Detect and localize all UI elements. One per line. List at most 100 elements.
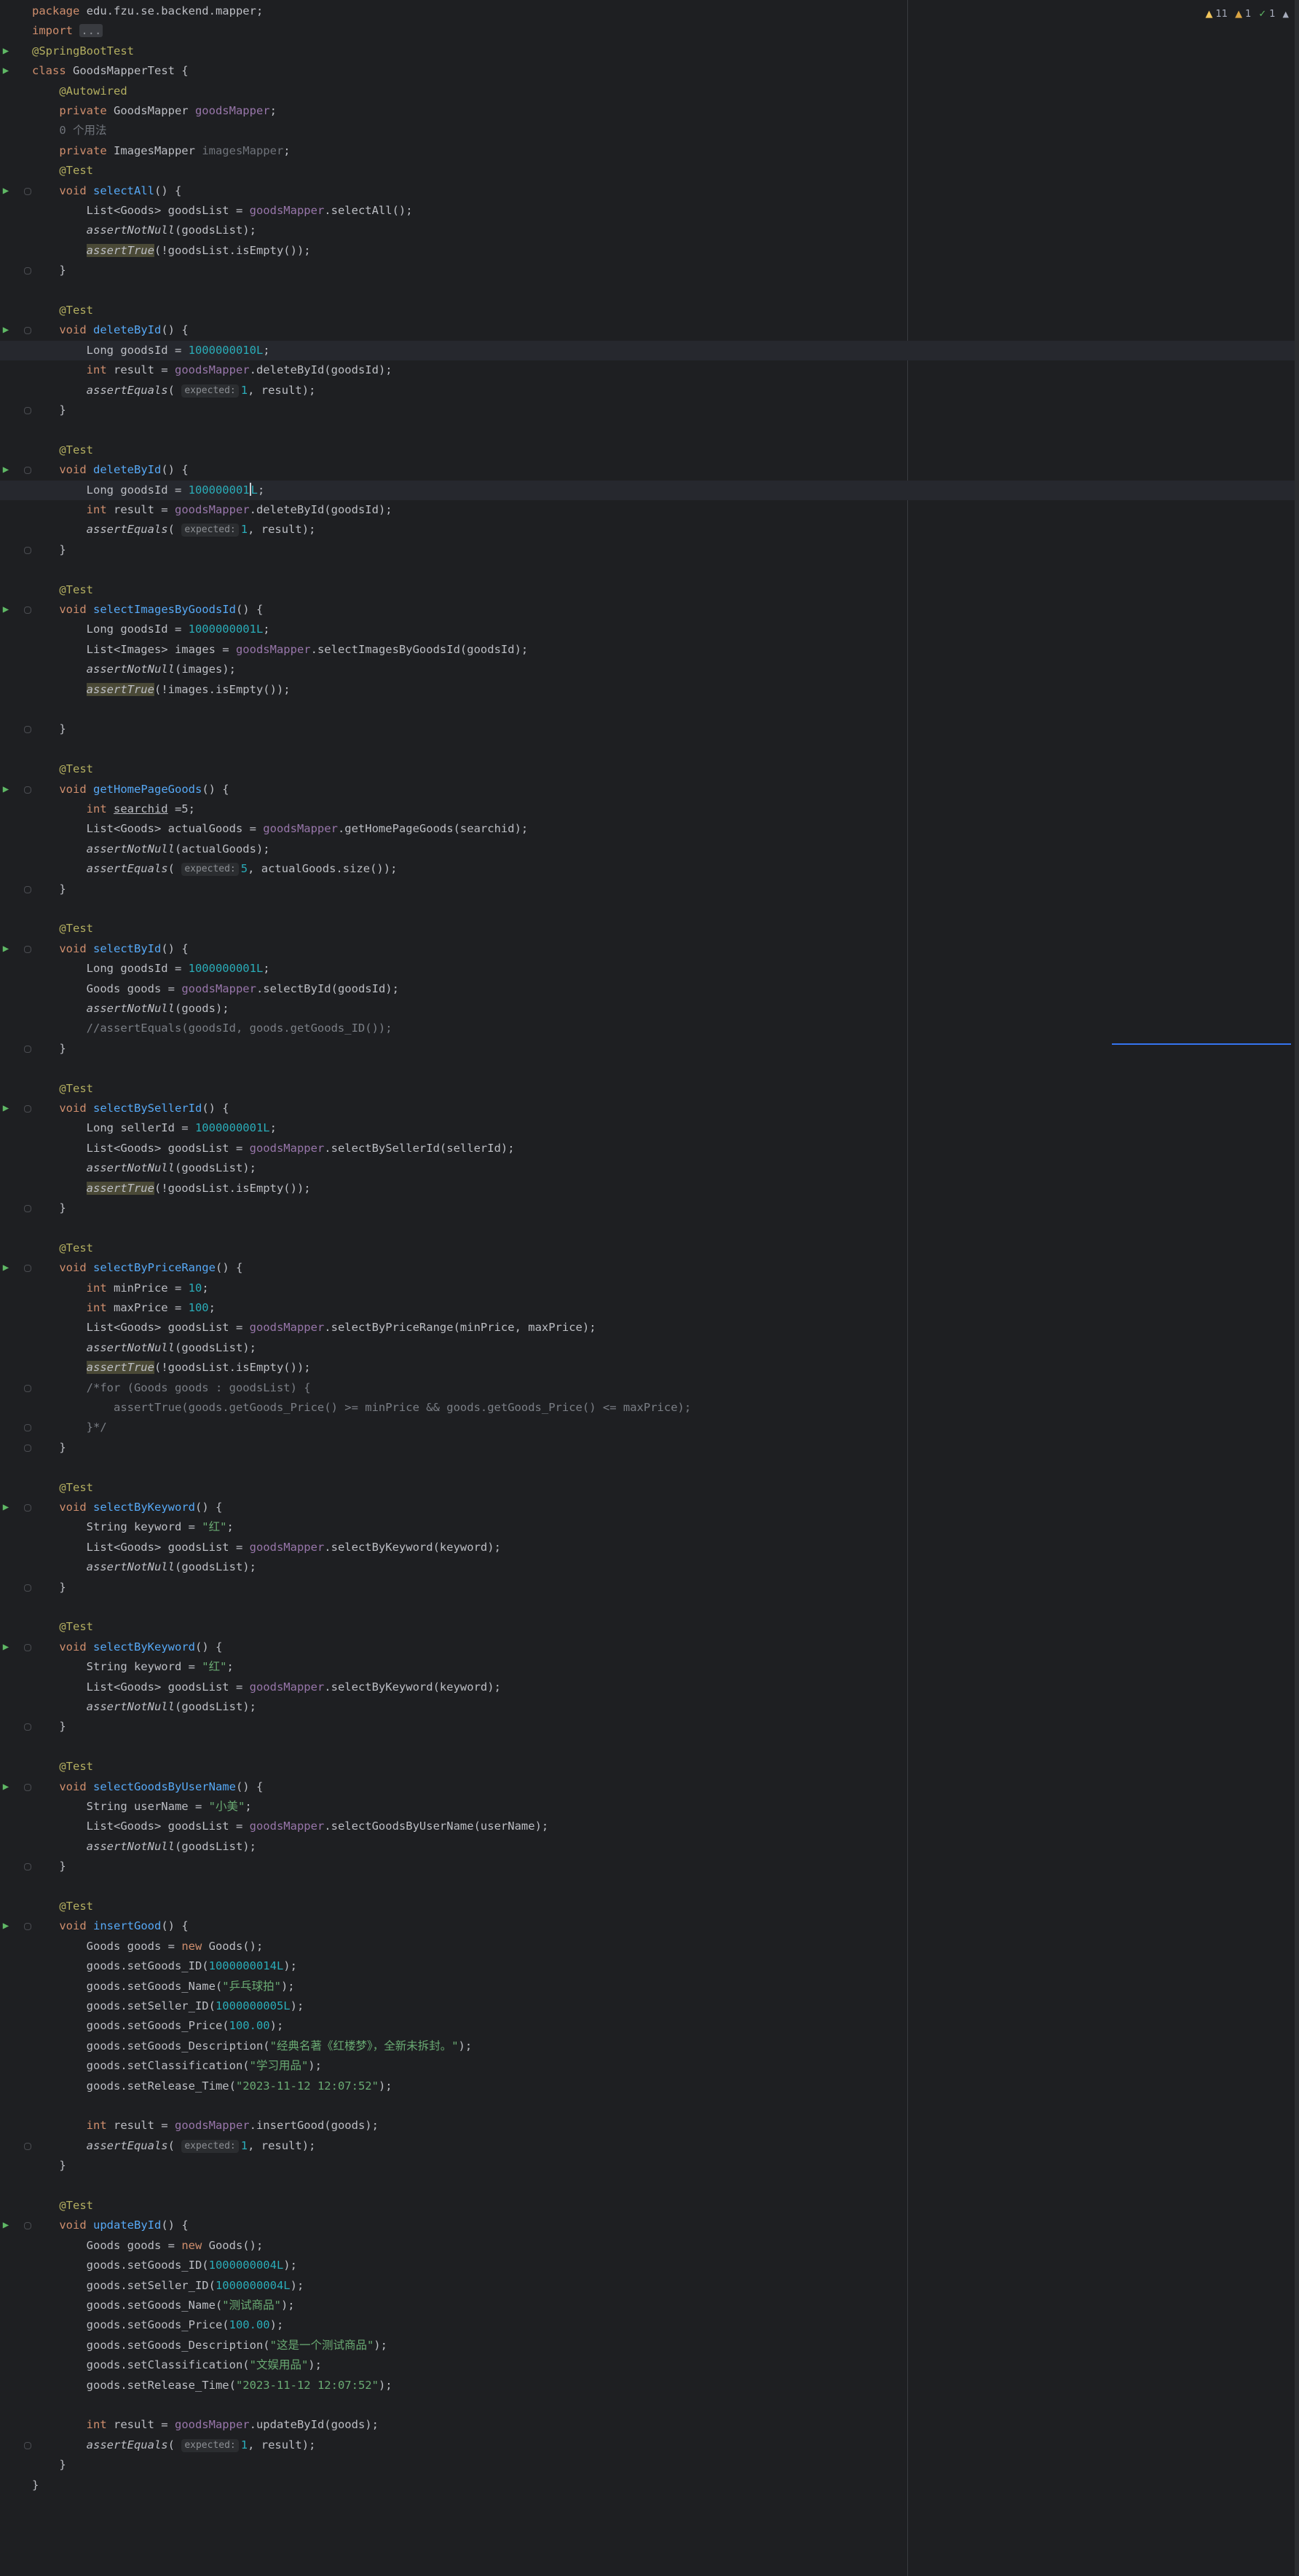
code-line[interactable]: List<Images> images = goodsMapper.select… [0,640,1299,660]
code-line[interactable]: goods.setGoods_Price(100.00); [0,2016,1299,2036]
code-line[interactable]: assertNotNull(goodsList); [0,1557,1299,1577]
code-line[interactable]: private ImagesMapper imagesMapper; [0,141,1299,161]
code-line[interactable]: void selectAll() { [0,181,1299,201]
code-line[interactable] [0,1218,1299,1238]
folded-imports[interactable]: ... [79,24,103,38]
code-line[interactable]: void selectByKeyword() { [0,1637,1299,1657]
code-line[interactable] [0,2096,1299,2116]
code-line[interactable]: assertEquals( expected: 1, result); [0,381,1299,400]
code-line[interactable]: @Test [0,919,1299,939]
code-line[interactable]: int result = goodsMapper.updateById(good… [0,2415,1299,2435]
code-line[interactable]: } [0,540,1299,560]
code-line[interactable]: } [0,261,1299,280]
code-line[interactable]: assertNotNull(goodsList); [0,1697,1299,1717]
code-line[interactable] [0,1458,1299,1477]
code-line[interactable]: Long goodsId = 1000000001L; [0,959,1299,979]
code-line[interactable]: assertNotNull(goodsList); [0,1338,1299,1358]
code-line[interactable]: Long goodsId = 1000000001L; [0,620,1299,639]
code-line[interactable]: private GoodsMapper goodsMapper; [0,101,1299,121]
code-line[interactable]: void insertGood() { [0,1916,1299,1936]
code-line[interactable]: assertNotNull(goodsList); [0,221,1299,240]
code-line[interactable]: } [0,880,1299,899]
code-line[interactable]: } [0,400,1299,420]
code-line[interactable]: @Test [0,1617,1299,1637]
code-line[interactable]: //assertEquals(goodsId, goods.getGoods_I… [0,1019,1299,1038]
code-line[interactable]: void selectBySellerId() { [0,1099,1299,1118]
code-line[interactable]: assertNotNull(goods); [0,999,1299,1019]
code-line[interactable]: package edu.fzu.se.backend.mapper; [0,1,1299,21]
code-line[interactable]: void selectByKeyword() { [0,1498,1299,1517]
code-area[interactable]: package edu.fzu.se.backend.mapper; import… [0,0,1299,2576]
code-line[interactable]: @Test [0,1757,1299,1777]
code-line[interactable] [0,1059,1299,1078]
code-line[interactable]: goods.setGoods_ID(1000000014L); [0,1956,1299,1976]
code-line[interactable]: assertEquals( expected: 1, result); [0,2435,1299,2455]
code-line[interactable]: assertNotNull(actualGoods); [0,839,1299,859]
code-line[interactable]: } [0,2455,1299,2475]
code-line[interactable]: @Autowired [0,82,1299,101]
code-line[interactable]: Long goodsId = 1000000010L; [0,340,1299,361]
code-line[interactable]: goods.setGoods_Description("经典名著《红楼梦》，全新… [0,2036,1299,2056]
code-line[interactable]: List<Goods> actualGoods = goodsMapper.ge… [0,819,1299,839]
code-line[interactable]: assertTrue(goods.getGoods_Price() >= min… [0,1398,1299,1418]
code-line[interactable] [0,1737,1299,1757]
code-line[interactable]: goods.setGoods_Description("这是一个测试商品"); [0,2336,1299,2355]
code-line[interactable]: List<Goods> goodsList = goodsMapper.sele… [0,1538,1299,1557]
code-line[interactable]: goods.setGoods_Name("测试商品"); [0,2296,1299,2315]
code-line[interactable]: List<Goods> goodsList = goodsMapper.sele… [0,1817,1299,1836]
code-line[interactable]: goods.setSeller_ID(1000000005L); [0,1996,1299,2016]
code-line[interactable]: assertEquals( expected: 1, result); [0,520,1299,540]
code-line[interactable]: int result = goodsMapper.deleteById(good… [0,360,1299,380]
code-line[interactable]: @Test [0,1238,1299,1258]
typos-indicator[interactable]: ✓ 1 [1258,9,1275,20]
code-line[interactable]: } [0,1438,1299,1458]
code-line[interactable]: @Test [0,580,1299,600]
code-line[interactable]: goods.setClassification("学习用品"); [0,2056,1299,2076]
code-line[interactable]: /*for (Goods goods : goodsList) { [0,1378,1299,1398]
code-line[interactable]: Long sellerId = 1000000001L; [0,1118,1299,1138]
code-line[interactable]: @Test [0,2196,1299,2216]
code-line[interactable]: @Test [0,759,1299,779]
code-line[interactable]: Goods goods = new Goods(); [0,1937,1299,1956]
code-line[interactable]: @Test [0,1478,1299,1498]
code-line[interactable]: @Test [0,301,1299,320]
code-line[interactable]: } [0,1717,1299,1737]
code-line[interactable] [0,700,1299,719]
code-line[interactable]: } [0,2156,1299,2176]
code-line[interactable] [0,1597,1299,1617]
code-line[interactable]: assertEquals( expected: 5, actualGoods.si… [0,859,1299,879]
code-line[interactable]: goods.setClassification("文娱用品"); [0,2355,1299,2375]
code-line[interactable]: List<Goods> goodsList = goodsMapper.sele… [0,1678,1299,1697]
code-line[interactable]: goods.setGoods_Name("乒乓球拍"); [0,1977,1299,1996]
code-line[interactable]: } [0,1198,1299,1218]
code-line[interactable]: }*/ [0,1418,1299,1437]
code-line[interactable]: assertTrue(!goodsList.isEmpty()); [0,241,1299,261]
code-line[interactable]: class GoodsMapperTest { [0,61,1299,81]
code-line[interactable]: goods.setRelease_Time("2023-11-12 12:07:… [0,2376,1299,2395]
code-line[interactable]: void updateById() { [0,2216,1299,2235]
code-line[interactable] [0,899,1299,919]
code-line[interactable]: Goods goods = new Goods(); [0,2236,1299,2256]
code-line[interactable]: Goods goods = goodsMapper.selectById(goo… [0,979,1299,999]
code-line[interactable]: 0 个用法 [0,121,1299,141]
code-line[interactable] [0,740,1299,759]
code-line[interactable]: } [0,719,1299,739]
code-line[interactable]: import ... [0,21,1299,41]
code-line[interactable]: } [0,1857,1299,1876]
code-line[interactable]: void selectByPriceRange() { [0,1258,1299,1278]
code-line[interactable]: goods.setSeller_ID(1000000004L); [0,2276,1299,2296]
code-line[interactable]: goods.setGoods_ID(1000000004L); [0,2256,1299,2275]
code-line[interactable] [0,1877,1299,1897]
code-line[interactable]: int searchid =5; [0,799,1299,819]
code-line[interactable]: int minPrice = 10; [0,1279,1299,1298]
code-line[interactable]: void selectGoodsByUserName() { [0,1777,1299,1797]
code-line[interactable]: String userName = "小美"; [0,1797,1299,1817]
code-line[interactable]: assertNotNull(goodsList); [0,1158,1299,1178]
code-line[interactable]: void selectById() { [0,939,1299,959]
code-line[interactable]: } [0,2476,1299,2495]
code-line[interactable] [0,2176,1299,2196]
code-line[interactable]: } [0,1039,1299,1059]
code-line[interactable]: } [0,1578,1299,1597]
code-line[interactable]: @Test [0,1897,1299,1916]
code-line[interactable]: assertEquals( expected: 1, result); [0,2136,1299,2156]
